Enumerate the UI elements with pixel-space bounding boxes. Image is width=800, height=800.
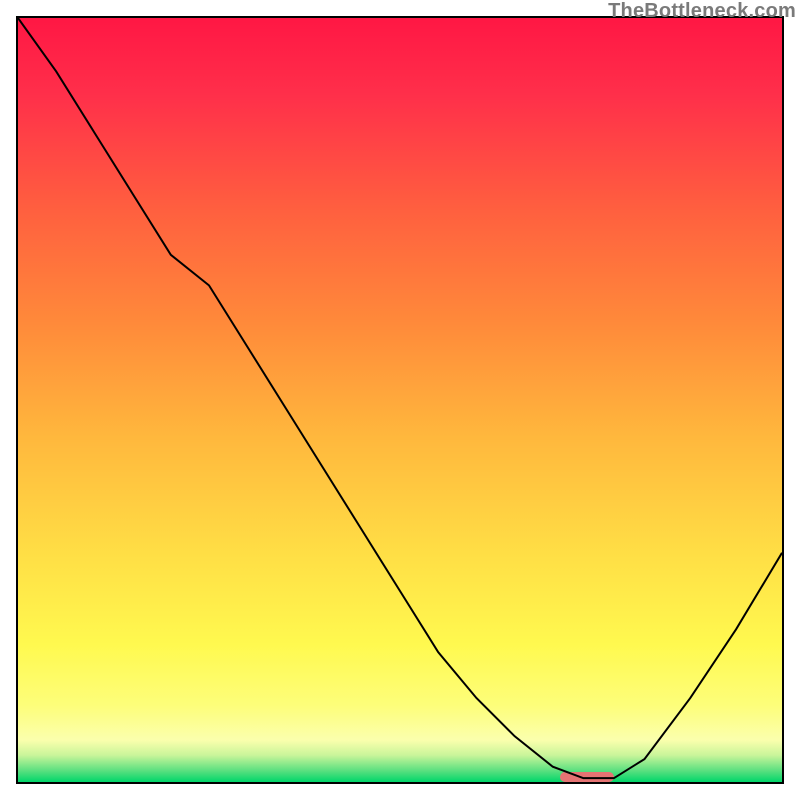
bottleneck-marker [560, 772, 613, 782]
chart-background-gradient [18, 18, 782, 782]
watermark-text: TheBottleneck.com [608, 0, 796, 23]
chart-frame [16, 16, 784, 784]
